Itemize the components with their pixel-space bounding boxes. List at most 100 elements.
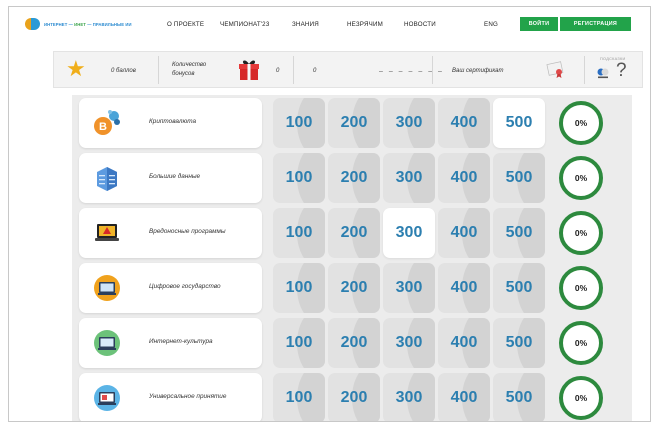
- svg-text:B: B: [99, 121, 107, 133]
- question-200-button[interactable]: 200: [328, 153, 380, 203]
- divider: [584, 56, 585, 84]
- question-400-button[interactable]: 400: [438, 373, 490, 421]
- category-progress-ring: 0%: [559, 211, 603, 255]
- category-row: Интернет-культура 100 200 300 400 500 0%: [72, 316, 632, 370]
- question-value: 400: [450, 279, 478, 296]
- progress-dashes: – – – – – – –: [379, 68, 444, 75]
- internet-culture-icon: [93, 329, 121, 357]
- question-200-button[interactable]: 200: [328, 318, 380, 368]
- question-100-button[interactable]: 100: [273, 373, 325, 421]
- category-name: Криптовалюта: [149, 118, 197, 125]
- question-value: 300: [395, 114, 423, 131]
- question-value: 500: [505, 389, 533, 406]
- register-button[interactable]: РЕГИСТРАЦИЯ: [560, 17, 631, 31]
- certificate-label[interactable]: Ваш сертификат: [452, 68, 504, 74]
- malware-laptop-icon: [93, 219, 121, 247]
- question-value: 500: [505, 169, 533, 186]
- question-300-button[interactable]: 300: [383, 318, 435, 368]
- star-icon: ★: [66, 56, 86, 81]
- question-300-button[interactable]: 300: [383, 208, 435, 258]
- question-value: 400: [450, 114, 478, 131]
- nav-knowledge[interactable]: ЗНАНИЯ: [292, 21, 319, 28]
- question-300-button[interactable]: 300: [383, 153, 435, 203]
- question-200-button[interactable]: 200: [328, 263, 380, 313]
- question-500-button[interactable]: 500: [493, 153, 545, 203]
- progress-percent: 0%: [574, 283, 588, 293]
- progress-percent: 0%: [574, 118, 588, 128]
- second-counter: 0: [313, 68, 317, 74]
- question-value: 400: [450, 334, 478, 351]
- category-progress-ring: 0%: [559, 101, 603, 145]
- progress-percent: 0%: [574, 393, 588, 403]
- logo-text: ИНТЕРНЕТ — ИНЕТ — ПРАВИЛЬНЫЕ ИИ: [44, 21, 132, 27]
- nav-news[interactable]: НОВОСТИ: [404, 21, 436, 28]
- nav-blind[interactable]: НЕЗРЯЧИМ: [347, 21, 383, 28]
- question-100-button[interactable]: 100: [273, 98, 325, 148]
- question-value: 200: [340, 279, 368, 296]
- help-question-icon[interactable]: ?: [616, 61, 627, 80]
- category-row: B Криптовалюта 100 200 300 400 500 0%: [72, 96, 632, 150]
- question-value: 200: [340, 389, 368, 406]
- question-500-button[interactable]: 500: [493, 373, 545, 421]
- question-100-button[interactable]: 100: [273, 318, 325, 368]
- question-400-button[interactable]: 400: [438, 208, 490, 258]
- login-button[interactable]: ВОЙТИ: [520, 17, 558, 31]
- bonus-label-line2: бонусов: [172, 71, 195, 77]
- universal-acceptance-icon: [93, 384, 121, 412]
- question-value: 100: [285, 169, 313, 186]
- question-value: 300: [395, 224, 423, 241]
- question-value: 500: [505, 279, 533, 296]
- category-name: Универсальное принятие: [149, 393, 227, 400]
- logo[interactable]: ИНТЕРНЕТ — ИНЕТ — ПРАВИЛЬНЫЕ ИИ: [25, 17, 132, 31]
- question-200-button[interactable]: 200: [328, 98, 380, 148]
- question-400-button[interactable]: 400: [438, 98, 490, 148]
- question-300-button[interactable]: 300: [383, 98, 435, 148]
- question-500-button[interactable]: 500: [493, 263, 545, 313]
- nav-championship[interactable]: ЧЕМПИОНАТ'23: [220, 21, 269, 28]
- top-navigation: ИНТЕРНЕТ — ИНЕТ — ПРАВИЛЬНЫЕ ИИ О ПРОЕКТ…: [9, 7, 650, 41]
- question-value: 400: [450, 224, 478, 241]
- category-progress-ring: 0%: [559, 156, 603, 200]
- category-row: Вредоносные программы 100 200 300 400 500 0%: [72, 206, 632, 260]
- category-progress-ring: 0%: [559, 376, 603, 420]
- question-100-button[interactable]: 100: [273, 208, 325, 258]
- divider: [158, 56, 159, 84]
- question-value: 100: [285, 224, 313, 241]
- category-name: Цифровое государство: [149, 283, 221, 290]
- question-value: 500: [505, 114, 533, 131]
- progress-percent: 0%: [574, 228, 588, 238]
- category-progress-ring: 0%: [559, 266, 603, 310]
- question-400-button[interactable]: 400: [438, 153, 490, 203]
- nav-about[interactable]: О ПРОЕКТЕ: [167, 21, 204, 28]
- nav-language[interactable]: ENG: [484, 21, 498, 28]
- category-name: Большие данные: [149, 173, 201, 180]
- category-name: Вредоносные программы: [149, 228, 226, 235]
- question-100-button[interactable]: 100: [273, 263, 325, 313]
- question-100-button[interactable]: 100: [273, 153, 325, 203]
- digital-state-icon: [93, 274, 121, 302]
- question-300-button[interactable]: 300: [383, 263, 435, 313]
- question-value: 400: [450, 389, 478, 406]
- question-500-button[interactable]: 500: [493, 208, 545, 258]
- category-progress-ring: 0%: [559, 321, 603, 365]
- question-400-button[interactable]: 400: [438, 263, 490, 313]
- question-500-button[interactable]: 500: [493, 318, 545, 368]
- question-value: 100: [285, 389, 313, 406]
- app-frame: ИНТЕРНЕТ — ИНЕТ — ПРАВИЛЬНЫЕ ИИ О ПРОЕКТ…: [8, 6, 651, 422]
- category-card: Цифровое государство: [79, 263, 262, 313]
- hint-toggle-icon[interactable]: [597, 67, 609, 79]
- question-400-button[interactable]: 400: [438, 318, 490, 368]
- gift-icon: [239, 60, 259, 80]
- question-value: 300: [395, 169, 423, 186]
- question-value: 200: [340, 169, 368, 186]
- certificate-icon[interactable]: [546, 61, 566, 79]
- question-500-button[interactable]: 500: [493, 98, 545, 148]
- data-servers-icon: [93, 164, 121, 192]
- question-200-button[interactable]: 200: [328, 373, 380, 421]
- divider: [432, 56, 433, 84]
- crypto-icon: B: [93, 109, 121, 137]
- points-counter: 0 баллов: [111, 68, 136, 74]
- question-300-button[interactable]: 300: [383, 373, 435, 421]
- category-card: B Криптовалюта: [79, 98, 262, 148]
- question-200-button[interactable]: 200: [328, 208, 380, 258]
